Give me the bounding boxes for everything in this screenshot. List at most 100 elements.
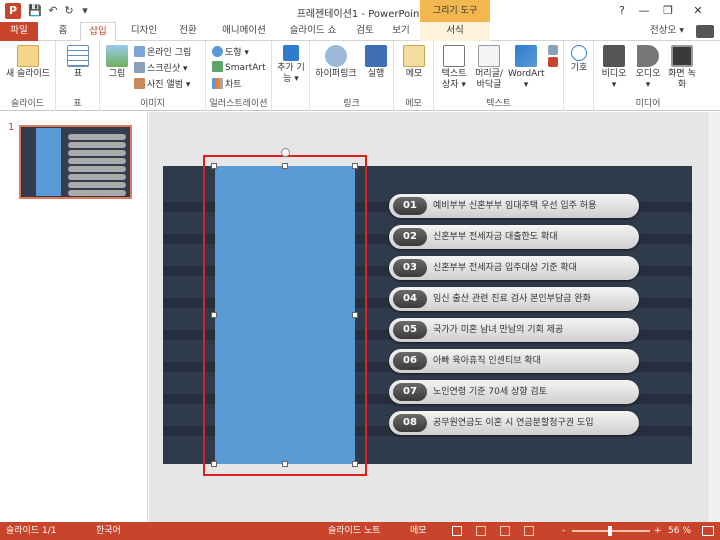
vertical-scrollbar[interactable] <box>707 112 720 522</box>
ribbon-tab-bar: 파일 홈 삽입 디자인 전환 애니메이션 슬라이드 쇼 검토 보기 서식 전상오… <box>0 22 720 42</box>
resize-handle-top-right[interactable] <box>352 163 358 169</box>
picture-button[interactable]: 그림 <box>104 45 130 80</box>
photo-album-icon <box>134 78 145 89</box>
resize-handle-left[interactable] <box>211 312 217 318</box>
tab-animations[interactable]: 애니메이션 <box>212 22 276 41</box>
zoom-out-button[interactable]: - <box>562 522 565 540</box>
comment-button[interactable]: 메모 <box>400 45 428 80</box>
resize-handle-bottom[interactable] <box>282 461 288 467</box>
close-button[interactable]: ✕ <box>690 3 706 19</box>
store-icon <box>283 45 299 61</box>
slide-thumbnail[interactable] <box>19 125 132 199</box>
screen-recording-icon <box>671 45 693 67</box>
list-item[interactable]: 08 공무원연금도 이혼 시 연금분할청구권 도입 <box>389 411 639 435</box>
text-more-button[interactable] <box>546 45 560 69</box>
resize-handle-top[interactable] <box>282 163 288 169</box>
list-item-number: 08 <box>393 414 427 432</box>
textbox-label: 텍스트 상자 ▾ <box>441 69 467 90</box>
list-item-number: 01 <box>393 197 427 215</box>
resize-handle-right[interactable] <box>352 312 358 318</box>
reading-view-icon[interactable] <box>500 526 510 536</box>
list-item[interactable]: 03 신혼부부 전세자금 입주대상 기준 확대 <box>389 256 639 280</box>
zoom-slider-thumb[interactable] <box>608 526 612 536</box>
group-links: 하이퍼링크 실행 링크 <box>310 41 394 111</box>
rotation-handle[interactable] <box>281 148 290 157</box>
wordart-label: WordArt ▾ <box>508 69 545 90</box>
chart-button[interactable]: 차트 <box>212 77 242 90</box>
thumbnail-pill <box>68 182 126 188</box>
slideshow-view-icon[interactable] <box>524 526 534 536</box>
screen-recording-button[interactable]: 화면 녹화 <box>666 45 698 91</box>
screen-recording-label: 화면 녹화 <box>668 69 696 90</box>
help-button[interactable]: ? <box>614 3 630 19</box>
resize-handle-top-left[interactable] <box>211 163 217 169</box>
addins-button[interactable]: 추가 기능 ▾ <box>275 45 307 85</box>
minimize-button[interactable]: — <box>636 3 652 19</box>
video-button[interactable]: 비디오 ▾ <box>598 45 630 91</box>
header-footer-button[interactable]: 머리글/ 바닥글 <box>472 45 506 91</box>
language-indicator[interactable]: 한국어 <box>96 522 121 540</box>
group-comments: 메모 메모 <box>394 41 434 111</box>
hyperlink-icon <box>325 45 347 67</box>
table-button[interactable]: 표 <box>64 45 92 80</box>
tab-transitions[interactable]: 전환 <box>170 22 206 41</box>
wordart-button[interactable]: WordArt ▾ <box>508 45 545 91</box>
fit-to-window-icon[interactable] <box>702 526 714 536</box>
symbol-button[interactable]: 기호 <box>567 45 591 74</box>
photo-album-label: 사진 앨범 ▾ <box>147 80 191 90</box>
new-slide-button[interactable]: 새 슬라이드 <box>4 45 52 80</box>
smartart-button[interactable]: SmartArt <box>212 61 266 73</box>
group-slides: 새 슬라이드 슬라이드 <box>0 41 56 111</box>
list-item[interactable]: 01 예비부부 신혼부부 임대주택 우선 입주 허용 <box>389 194 639 218</box>
tab-format[interactable]: 서식 <box>420 22 490 41</box>
group-text: 텍스트 상자 ▾ 머리글/ 바닥글 WordArt ▾ 텍스트 <box>434 41 564 111</box>
list-item-text: 예비부부 신혼부부 임대주택 우선 입주 허용 <box>433 201 597 211</box>
tab-file[interactable]: 파일 <box>0 22 38 41</box>
restore-button[interactable]: ❐ <box>660 3 676 19</box>
zoom-level[interactable]: 56 % <box>668 522 691 540</box>
action-button[interactable]: 실행 <box>362 45 390 80</box>
list-item-text: 공무원연금도 이혼 시 연금분할청구권 도입 <box>433 418 594 428</box>
normal-view-icon[interactable] <box>452 526 462 536</box>
tab-review[interactable]: 검토 <box>350 22 380 41</box>
shapes-label: 도형 ▾ <box>225 48 249 58</box>
window-title: 프레젠테이션1 - PowerPoint <box>296 9 424 20</box>
photo-album-button[interactable]: 사진 앨범 ▾ <box>134 77 190 90</box>
notes-button[interactable]: 슬라이드 노트 <box>328 522 381 540</box>
slide-sorter-icon[interactable] <box>476 526 486 536</box>
group-text-label: 텍스트 <box>486 99 511 109</box>
group-addins: 추가 기능 ▾ <box>272 41 310 111</box>
textbox-button[interactable]: 텍스트 상자 ▾ <box>438 45 470 91</box>
tab-slideshow[interactable]: 슬라이드 쇼 <box>280 22 346 41</box>
title-bar: P 💾 ↶ ↻ ▾ 프레젠테이션1 - PowerPoint 그리기 도구 ? … <box>0 0 720 22</box>
hyperlink-button[interactable]: 하이퍼링크 <box>314 45 358 80</box>
tab-view[interactable]: 보기 <box>386 22 416 41</box>
tab-home[interactable]: 홈 <box>50 22 76 41</box>
list-item[interactable]: 02 신혼부부 전세자금 대출한도 확대 <box>389 225 639 249</box>
chart-label: 차트 <box>225 80 242 90</box>
tab-insert[interactable]: 삽입 <box>80 22 116 42</box>
shapes-button[interactable]: 도형 ▾ <box>212 45 249 58</box>
action-label: 실행 <box>367 69 385 79</box>
online-picture-button[interactable]: 온라인 그림 <box>134 45 191 58</box>
zoom-in-button[interactable]: + <box>654 522 662 540</box>
avatar[interactable] <box>696 25 714 38</box>
list-item[interactable]: 05 국가가 미혼 남녀 만남의 기회 제공 <box>389 318 639 342</box>
thumbnail-pill <box>68 166 126 172</box>
list-item-text: 신혼부부 전세자금 대출한도 확대 <box>433 232 558 242</box>
list-item[interactable]: 04 임신 출산 관련 진료 검사 본인부담금 완화 <box>389 287 639 311</box>
thumbnail-pill <box>68 150 126 156</box>
resize-handle-bottom-left[interactable] <box>211 461 217 467</box>
tab-design[interactable]: 디자인 <box>122 22 166 41</box>
comments-button[interactable]: 메모 <box>410 522 427 540</box>
thumbnail-background <box>22 128 129 196</box>
resize-handle-bottom-right[interactable] <box>352 461 358 467</box>
list-item[interactable]: 06 아빠 육아휴직 인센티브 확대 <box>389 349 639 373</box>
screenshot-button[interactable]: 스크린샷 ▾ <box>134 61 188 74</box>
audio-button[interactable]: 오디오 ▾ <box>632 45 664 91</box>
user-account[interactable]: 전상오 ▾ <box>650 22 684 40</box>
header-footer-icon <box>478 45 500 67</box>
picture-icon <box>106 45 128 67</box>
list-item[interactable]: 07 노인연령 기준 70세 상향 검토 <box>389 380 639 404</box>
header-footer-label: 머리글/ 바닥글 <box>475 69 503 90</box>
